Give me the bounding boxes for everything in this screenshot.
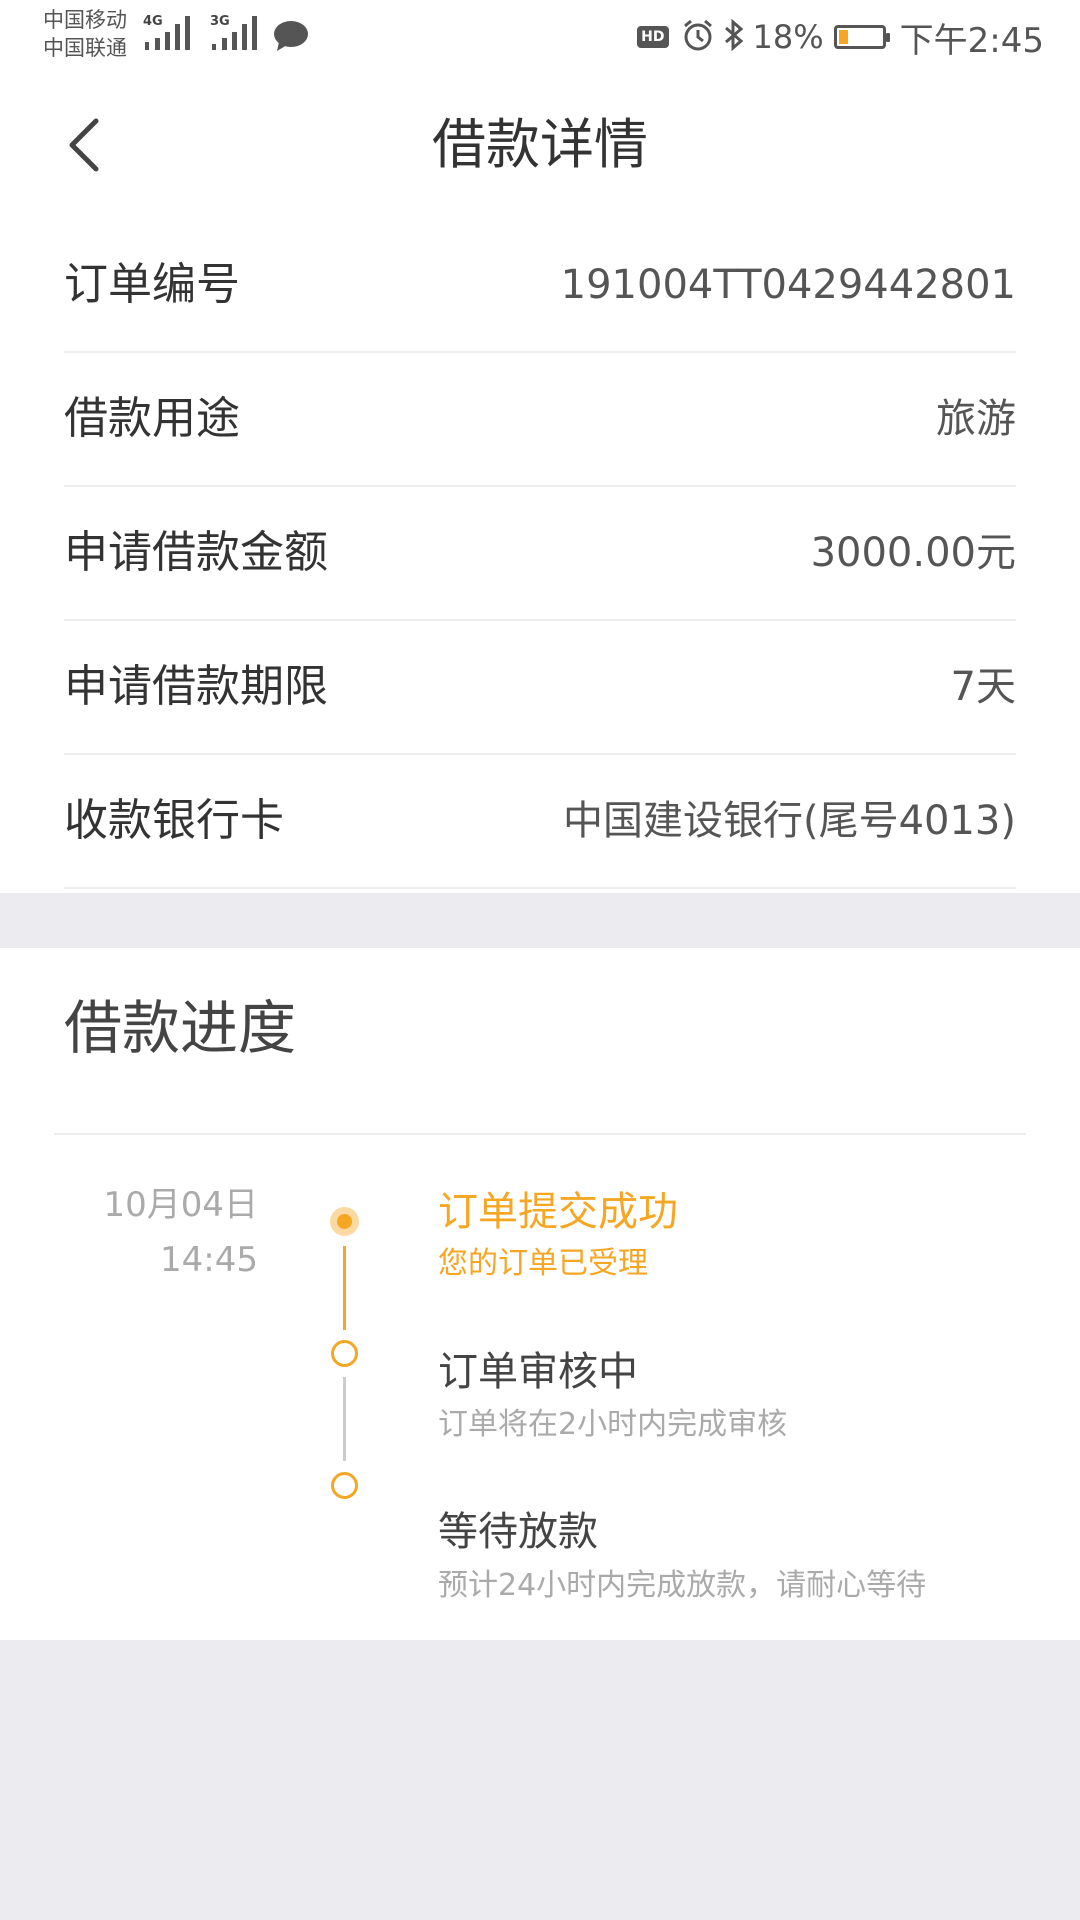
loan-progress: 借款进度 10月04日 14:45 订单提交成功 您的订单已受理 订单审核中 订…	[0, 948, 1080, 1640]
page-title: 借款详情	[432, 113, 648, 176]
battery-icon	[833, 25, 890, 49]
step-subtitle: 预计24小时内完成放款，请耐心等待	[438, 1568, 927, 1603]
step-done-dot-inner	[337, 1214, 352, 1229]
carrier-1: 中国移动	[43, 8, 127, 32]
detail-value: 3000.00元	[810, 530, 1016, 576]
step-subtitle: 您的订单已受理	[438, 1246, 648, 1281]
step-subtitle: 订单将在2小时内完成审核	[438, 1407, 788, 1442]
step-time: 14:45	[160, 1240, 258, 1280]
timeline-line-done	[343, 1246, 346, 1330]
battery-percent: 18%	[752, 18, 824, 56]
detail-value: 7天	[950, 664, 1016, 710]
detail-label: 申请借款金额	[64, 527, 328, 578]
battery-level	[838, 30, 848, 44]
hd-badge: HD	[637, 26, 669, 48]
bluetooth-icon	[723, 18, 745, 56]
network-1-label: 4G	[143, 14, 163, 29]
detail-row-amount: 申请借款金额 3000.00元	[64, 487, 1016, 621]
detail-row-term: 申请借款期限 7天	[64, 621, 1016, 755]
detail-label: 订单编号	[64, 259, 240, 310]
step-title: 订单审核中	[438, 1349, 638, 1395]
detail-value: 191004TT0429442801	[560, 262, 1016, 308]
step-pending-dot	[331, 1472, 358, 1499]
detail-value: 中国建设银行(尾号4013)	[562, 798, 1016, 844]
timeline-line-pending	[343, 1377, 346, 1461]
status-bar: 中国移动 中国联通 4G 3G HD 18% 下午2:45	[0, 0, 1080, 75]
divider	[54, 1133, 1026, 1135]
step-title: 订单提交成功	[438, 1189, 678, 1235]
detail-value: 旅游	[936, 396, 1016, 442]
detail-row-bank-card: 收款银行卡 中国建设银行(尾号4013)	[64, 755, 1016, 889]
step-pending-dot	[331, 1340, 358, 1367]
status-right: HD 18% 下午2:45	[637, 14, 1044, 61]
alarm-icon	[681, 18, 715, 56]
network-2-label: 3G	[210, 14, 230, 29]
chat-bubble-icon	[273, 20, 309, 56]
carrier-2: 中国联通	[43, 36, 127, 60]
detail-row-order-number: 订单编号 191004TT0429442801	[64, 219, 1016, 353]
detail-row-purpose: 借款用途 旅游	[64, 353, 1016, 487]
detail-label: 申请借款期限	[64, 661, 328, 712]
step-title: 等待放款	[438, 1509, 598, 1555]
loan-details: 订单编号 191004TT0429442801 借款用途 旅游 申请借款金额 3…	[0, 215, 1080, 893]
step-date: 10月04日	[103, 1185, 258, 1225]
detail-label: 借款用途	[64, 393, 240, 444]
carrier-info: 中国移动 中国联通	[43, 6, 127, 62]
signal-icon: 3G	[210, 14, 266, 56]
signal-icon: 4G	[143, 14, 199, 56]
nav-bar: 借款详情	[0, 75, 1080, 215]
clock: 下午2:45	[899, 20, 1044, 61]
loan-detail-screen: 中国移动 中国联通 4G 3G HD 18% 下午2:45 借款详情 订单编号 …	[0, 0, 1080, 1920]
detail-label: 收款银行卡	[64, 795, 284, 846]
section-title: 借款进度	[64, 994, 297, 1062]
